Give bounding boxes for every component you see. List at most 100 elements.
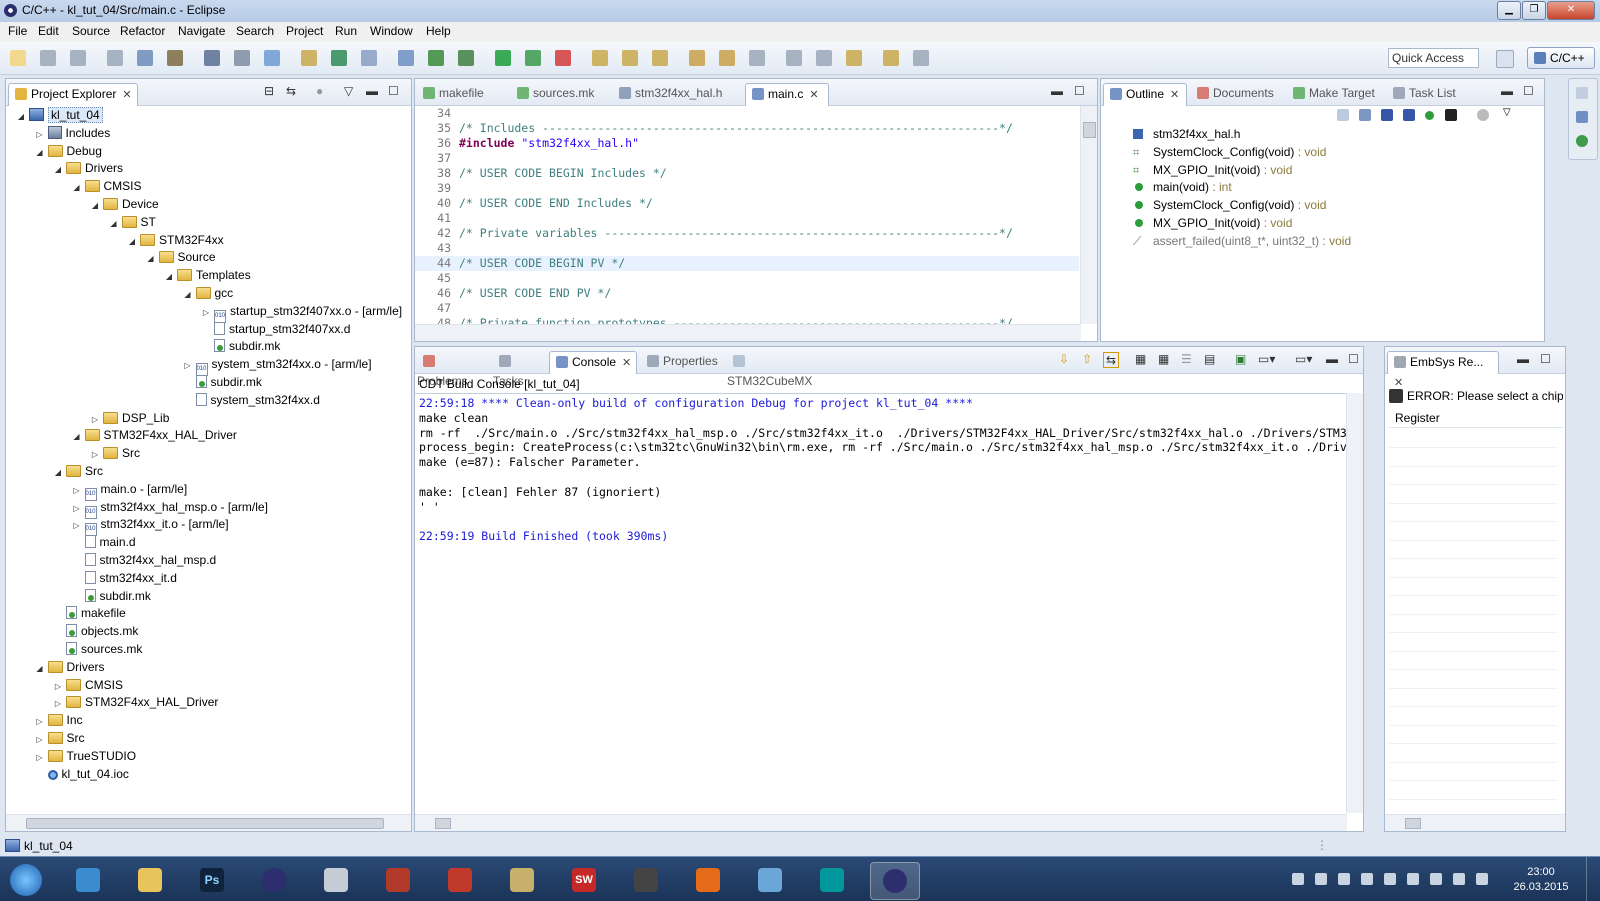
expanded-twisty-icon[interactable]: ◢ [16,108,26,126]
tree-item[interactable]: ◢ Templates [164,266,251,284]
toggle-mark-icon[interactable] [749,50,765,66]
tree-item[interactable]: subdir.mk [72,587,151,605]
menu-run[interactable]: Run [335,24,357,38]
new-source-folder-icon[interactable] [301,50,317,66]
close-tab-icon[interactable]: ✕ [122,85,131,105]
tree-item[interactable]: ◢ Src [53,462,103,480]
forward-icon[interactable] [913,50,929,66]
tree-item[interactable]: ▷ 010 main.o - [arm/le] [72,480,187,501]
calculator-icon[interactable] [312,862,360,898]
view-menu-icon[interactable]: ▽ [1503,107,1515,119]
back-icon[interactable] [883,50,899,66]
menu-edit[interactable]: Edit [38,24,59,38]
new-project-icon[interactable] [331,50,347,66]
tree-item[interactable]: ◢ Debug [35,142,101,162]
outline-item[interactable]: stm32f4xx_hal.h [1131,125,1240,143]
block-select-icon[interactable] [816,50,832,66]
minimize-button[interactable]: ▁ [1497,1,1521,20]
prev-annotation-icon[interactable] [719,50,735,66]
scroll-thumb[interactable] [435,818,451,829]
debug-icon[interactable] [458,50,474,66]
new-console-icon[interactable]: ▭▾ [1295,352,1312,366]
expanded-twisty-icon[interactable]: ◢ [35,144,45,162]
tab-makefile[interactable]: makefile [417,83,507,105]
show-desktop-button[interactable] [1586,857,1599,901]
notes-tray-icon[interactable] [1292,873,1304,885]
tab-main-c[interactable]: main.c ✕ [745,83,829,106]
tree-item[interactable]: stm32f4xx_hal_msp.d [72,551,216,569]
pdf-icon[interactable] [436,862,484,898]
minimize-editor-icon[interactable]: ▬ [1051,84,1063,98]
scroll-thumb[interactable] [1083,122,1096,138]
menu-window[interactable]: Window [370,24,413,38]
last-edit-icon[interactable] [846,50,862,66]
scroll-thumb[interactable] [1405,818,1421,829]
minimize-console-icon[interactable]: ▬ [1326,352,1338,366]
build-target-icon[interactable] [204,50,220,66]
bug-icon[interactable] [374,862,422,898]
tree-item[interactable]: ▷ CMSIS [53,676,123,694]
tree-item[interactable]: ▷ STM32F4xx_HAL_Driver [53,693,218,711]
collapse-all-icon[interactable]: ⊟ [264,84,274,98]
perspective-cpp-button[interactable]: C/C++ [1527,47,1595,69]
menu-file[interactable]: File [8,24,27,38]
help-icon[interactable] [1576,111,1588,123]
scroll-thumb[interactable] [26,818,384,829]
paste-icon[interactable]: ▦ [1158,352,1169,366]
manage-configs-icon[interactable] [137,50,153,66]
restore-icon[interactable] [1576,87,1588,99]
maximize-view-icon[interactable]: ☐ [388,84,399,98]
outline-item[interactable]: main(void) : int [1131,178,1232,196]
expanded-twisty-icon[interactable]: ◢ [146,250,156,268]
filter-icon[interactable]: ● [316,84,323,98]
tree-item[interactable]: ▷ 010 startup_stm32f407xx.o - [arm/le] [201,302,402,323]
close-tab-icon[interactable]: ✕ [1170,85,1179,105]
filter-icon[interactable] [1477,109,1489,121]
hide-non-public-icon[interactable] [1425,111,1434,120]
remote-desktop-icon[interactable] [746,862,794,898]
keyboard-tray-icon[interactable] [1338,873,1350,885]
outline-item[interactable]: ⟋ assert_failed(uint8_t*, uint32_t) : voi… [1131,232,1351,250]
tree-item[interactable]: sources.mk [53,640,142,658]
hide-fields-icon[interactable] [1381,109,1393,121]
menu-refactor[interactable]: Refactor [120,24,165,38]
minimize-view-icon[interactable]: ▬ [366,84,378,98]
expanded-twisty-icon[interactable]: ◢ [53,161,63,179]
menu-project[interactable]: Project [286,24,323,38]
tree-item[interactable]: ▷ 010 stm32f4xx_it.o - [arm/le] [72,515,229,537]
word-wrap-icon[interactable]: ☰ [1181,352,1192,366]
code-area[interactable]: 34 35 /* Includes ------------------------… [415,106,1079,324]
menu-help[interactable]: Help [426,24,451,38]
tab-tasks[interactable]: Tasks [493,351,545,388]
new-header-icon[interactable] [398,50,414,66]
maximize-console-icon[interactable]: ☐ [1348,352,1359,366]
tree-item[interactable]: ▷ Src [90,444,140,462]
maximize-embsys-icon[interactable]: ☐ [1540,352,1551,366]
display-console-icon[interactable]: ▭▾ [1258,352,1275,366]
system-clock[interactable]: 23:00 26.03.2015 [1510,865,1572,895]
run-external-icon[interactable] [525,50,541,66]
tree-item[interactable]: ▷ Includes [35,124,110,142]
collapse-all-icon[interactable] [1337,109,1349,121]
internet-explorer-icon[interactable] [64,862,112,898]
tree-item[interactable]: ◢ kl_tut_04 [16,106,103,124]
scroll-up-icon[interactable]: ⇧ [1082,352,1092,366]
close-tab-icon[interactable]: ✕ [622,353,631,373]
print-icon[interactable] [107,50,123,66]
solidworks-icon[interactable]: SW [560,862,608,898]
refresh-icon[interactable] [428,50,444,66]
tree-item[interactable]: ▷ Inc [35,711,82,729]
tools-tray-icon[interactable] [1384,873,1396,885]
archive-icon[interactable] [498,862,546,898]
expanded-twisty-icon[interactable]: ◢ [127,233,137,251]
open-perspective-icon[interactable] [1496,50,1514,68]
eclipse-icon[interactable] [250,862,298,898]
outline-item[interactable]: SystemClock_Config(void) : void [1131,196,1326,214]
tree-item[interactable]: ▷ 010 stm32f4xx_hal_msp.o - [arm/le] [72,498,268,519]
tree-item[interactable]: ◢ gcc [183,284,233,302]
tree-item[interactable]: ▷ TrueSTUDIO [35,747,136,765]
expanded-twisty-icon[interactable]: ◢ [72,428,82,446]
open-element-icon[interactable] [622,50,638,66]
new-class-icon[interactable] [264,50,280,66]
network-drive-tray-icon[interactable] [1315,873,1327,885]
